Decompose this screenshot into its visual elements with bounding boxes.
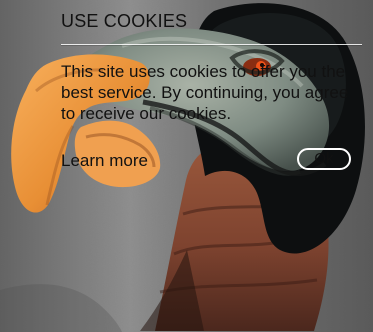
cookie-divider [61, 44, 362, 45]
cookie-popup-screen: USE COOKIES This site uses cookies to of… [0, 0, 373, 332]
cookie-message: This site uses cookies to offer you the … [61, 62, 349, 123]
ok-button[interactable]: Ok [297, 148, 351, 170]
cookie-notice: USE COOKIES This site uses cookies to of… [0, 0, 373, 332]
learn-more-link[interactable]: Learn more [61, 150, 148, 171]
cookie-title: USE COOKIES [61, 11, 188, 31]
